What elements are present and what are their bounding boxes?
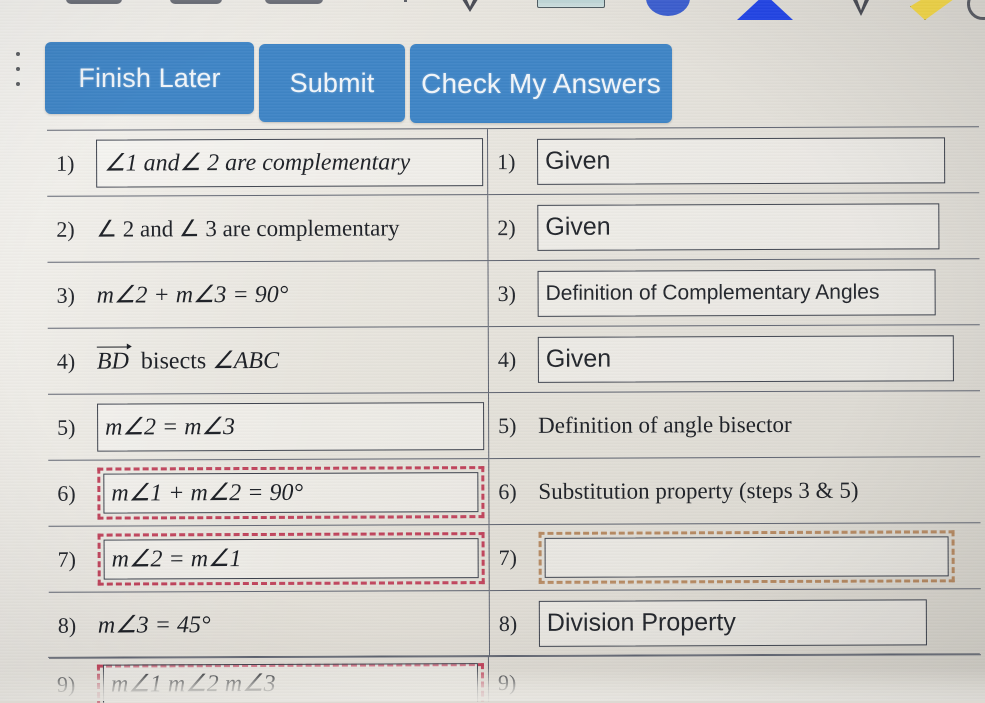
statement-box[interactable]: m∠1 + m∠2 = 90° [103, 471, 479, 514]
table-row-partially-visible: 9) m∠1 m∠2 m∠3 9) [47, 653, 981, 703]
statement-verb: bisects [134, 348, 213, 375]
statement-number: 8) [57, 612, 77, 638]
reason-box[interactable]: Division Property [538, 598, 927, 647]
table-row: 3) m∠2 + m∠3 = 90° 3) Definition of Comp… [47, 258, 980, 329]
more-options-menu-icon[interactable] [13, 52, 23, 86]
reason-number: 3) [497, 280, 516, 306]
ray-overline [96, 346, 129, 348]
reason-cell: 4) Given [488, 324, 980, 393]
eraser-icon[interactable] [537, 0, 605, 8]
reason-number: 7) [498, 544, 518, 570]
reason-number: 1) [497, 148, 516, 174]
table-row: 1) ∠1 and∠ 2 are complementary 1) Given [46, 126, 980, 197]
tool-button-2[interactable] [170, 0, 222, 4]
statement-angle: ∠ABC [212, 347, 280, 375]
kebab-dot [16, 82, 20, 86]
statement-text: m∠2 + m∠3 = 90° [96, 281, 289, 309]
statement-number: 9) [56, 671, 76, 697]
statement-cell: 8) m∠3 = 45° [48, 590, 490, 659]
statement-box[interactable]: m∠2 = m∠3 [97, 401, 485, 452]
highlighter-icon[interactable] [910, 0, 954, 20]
reason-number: 8) [498, 610, 518, 636]
chevron-down-icon[interactable] [848, 0, 874, 16]
reason-number: 9) [497, 669, 517, 695]
table-row: 2) ∠ 2 and ∠ 3 are complementary 2) Give… [47, 192, 980, 263]
statement-cell: 7) m∠2 = m∠1 [48, 524, 490, 593]
statement-cell: 4) BD bisects ∠ABC [47, 326, 489, 395]
action-bar: Finish Later Submit Check My Answers [45, 42, 672, 123]
statement-error-outline: m∠2 = m∠1 [97, 531, 485, 586]
check-my-answers-button[interactable]: Check My Answers [410, 44, 672, 123]
statement-box[interactable]: m∠1 m∠2 m∠3 [102, 662, 479, 703]
reason-text: Definition of angle bisector [538, 411, 792, 438]
finish-later-button[interactable]: Finish Later [45, 42, 254, 114]
submit-button[interactable]: Submit [259, 44, 405, 122]
reason-cell: 8) Division Property [489, 588, 982, 657]
reason-text: Substitution property (steps 3 & 5) [538, 477, 859, 504]
tool-button-3[interactable] [265, 0, 323, 4]
statement-text: m∠3 = 45° [97, 612, 211, 639]
reason-cell: 9) [487, 654, 981, 703]
statement-cell: 6) m∠1 + m∠2 = 90° [48, 458, 490, 527]
reason-box[interactable] [544, 535, 949, 578]
statement-cell: 2) ∠ 2 and ∠ 3 are complementary [47, 194, 488, 263]
reason-number: 6) [498, 478, 517, 504]
tool-button-1[interactable] [66, 0, 122, 4]
reason-cell: 6) Substitution property (steps 3 & 5) [488, 456, 981, 525]
triangle-shape-icon[interactable] [737, 0, 793, 20]
statement-cell: 1) ∠1 and∠ 2 are complementary [46, 128, 488, 197]
statement-ray-name: BD [96, 348, 129, 375]
reason-box[interactable]: Given [537, 334, 954, 383]
statement-error-outline: m∠1 m∠2 m∠3 [96, 662, 485, 703]
statement-box[interactable]: ∠1 and∠ 2 are complementary [96, 137, 484, 188]
reason-cell: 1) Given [487, 126, 980, 195]
reason-box[interactable]: Given [537, 202, 940, 251]
statement-text: ∠ 2 and ∠ 3 are complementary [96, 214, 400, 242]
more-circle-icon[interactable] [967, 0, 985, 20]
statement-number: 1) [56, 150, 75, 176]
statement-cell: 9) m∠1 m∠2 m∠3 [48, 656, 488, 703]
ray-arrowhead [126, 343, 132, 350]
statement-box[interactable]: m∠2 = m∠1 [103, 537, 479, 580]
reason-box[interactable]: Given [537, 136, 946, 185]
statement-text: BD bisects ∠ABC [96, 343, 280, 376]
reason-cell: 5) Definition of angle bisector [488, 390, 981, 459]
table-row: 5) m∠2 = m∠3 5) Definition of angle bise… [48, 390, 981, 461]
kebab-dot [16, 52, 20, 56]
table-row: 6) m∠1 + m∠2 = 90° 6) Substitution prope… [48, 456, 981, 527]
drawing-toolbar[interactable] [0, 0, 985, 28]
statement-error-outline: m∠1 + m∠2 = 90° [97, 465, 485, 520]
reason-box[interactable]: Definition of Complementary Angles [537, 268, 936, 317]
table-row: 7) m∠2 = m∠1 7) [48, 522, 981, 593]
reason-warning-outline [538, 529, 955, 584]
two-column-proof-table: 1) ∠1 and∠ 2 are complementary 1) Given … [46, 126, 982, 659]
circle-shape-icon[interactable] [646, 0, 690, 16]
statement-number: 6) [57, 480, 76, 506]
statement-number: 5) [57, 414, 76, 440]
statement-number: 2) [56, 216, 75, 242]
cursor-icon[interactable] [404, 0, 407, 2]
table-row: 8) m∠3 = 45° 8) Division Property [48, 588, 982, 659]
statement-cell: 3) m∠2 + m∠3 = 90° [47, 260, 489, 329]
statement-number: 3) [56, 282, 75, 308]
reason-cell: 7) [489, 522, 981, 591]
statement-number: 7) [57, 546, 77, 572]
reason-cell: 3) Definition of Complementary Angles [487, 258, 980, 327]
table-row: 4) BD bisects ∠ABC 4) Given [47, 324, 980, 395]
statement-number: 4) [56, 348, 76, 374]
reason-number: 2) [497, 214, 516, 240]
checkmark-icon[interactable] [455, 0, 485, 12]
reason-cell: 2) Given [487, 192, 980, 261]
statement-cell: 5) m∠2 = m∠3 [48, 392, 489, 461]
kebab-dot [16, 67, 20, 71]
reason-number: 5) [498, 412, 517, 438]
reason-number: 4) [497, 346, 517, 372]
